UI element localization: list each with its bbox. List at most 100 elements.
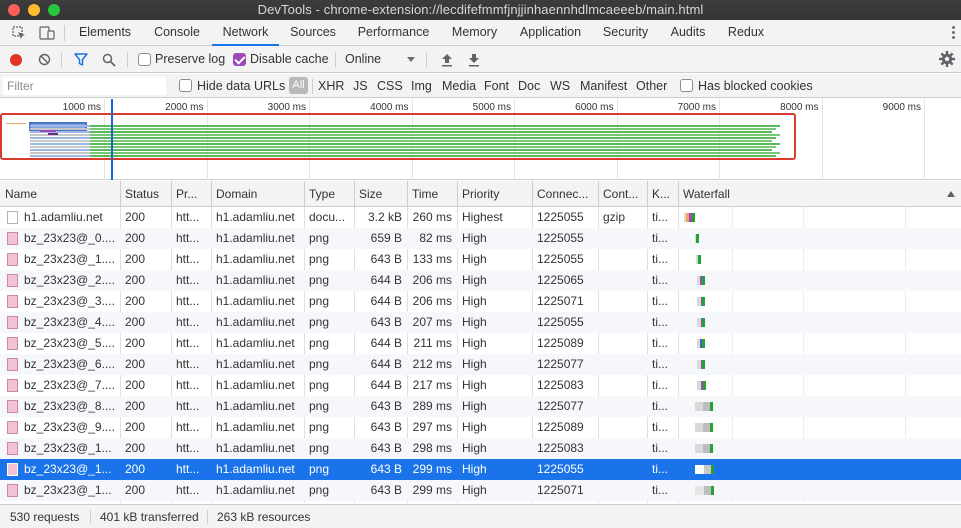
table-row[interactable]: bz_23x23@_2.... 200 htt... h1.adamliu.net pn… — [0, 270, 961, 291]
column-header-k[interactable]: K... — [647, 181, 678, 207]
tab-sources[interactable]: Sources — [279, 20, 347, 46]
column-resizer[interactable] — [532, 181, 533, 207]
tab-security[interactable]: Security — [592, 20, 659, 46]
cell-priority: High — [462, 483, 487, 497]
table-row[interactable]: bz_23x23@_1... 200 htt... h1.adamliu.net png… — [0, 459, 961, 480]
disable-cache-checkbox[interactable] — [233, 53, 246, 66]
overview-activity-bar — [30, 134, 90, 136]
column-resizer[interactable] — [171, 181, 172, 207]
cell-protocol: htt... — [176, 336, 200, 350]
cell-name: bz_23x23@_1... — [24, 441, 112, 455]
cell-connection: 1225077 — [537, 357, 584, 371]
table-row[interactable]: bz_23x23@_1... 200 htt... h1.adamliu.net png… — [0, 438, 961, 459]
table-row[interactable]: bz_23x23@_0.... 200 htt... h1.adamliu.net pn… — [0, 228, 961, 249]
table-row[interactable]: bz_23x23@_5.... 200 htt... h1.adamliu.net pn… — [0, 333, 961, 354]
column-header-type[interactable]: Type — [304, 181, 354, 207]
preserve-log-label[interactable]: Preserve log — [155, 52, 225, 66]
tab-redux[interactable]: Redux — [717, 20, 775, 46]
chevron-down-icon[interactable] — [407, 57, 415, 62]
filter-type-js[interactable]: JS — [353, 79, 368, 93]
column-header-size[interactable]: Size — [354, 181, 407, 207]
export-har-button[interactable] — [467, 46, 481, 73]
column-header-priority[interactable]: Priority — [457, 181, 532, 207]
column-header-status[interactable]: Status — [120, 181, 171, 207]
tab-network[interactable]: Network — [212, 20, 279, 46]
search-button[interactable] — [101, 46, 117, 73]
table-row[interactable]: bz_23x23@_1.... 200 htt... h1.adamliu.net pn… — [0, 249, 961, 270]
column-header-name[interactable]: Name — [0, 181, 120, 207]
network-settings-button[interactable] — [938, 50, 956, 68]
column-header-domain[interactable]: Domain — [211, 181, 304, 207]
column-resizer[interactable] — [457, 181, 458, 207]
has-blocked-cookies-checkbox[interactable] — [680, 79, 693, 92]
hide-data-urls-checkbox[interactable] — [179, 79, 192, 92]
filter-type-xhr[interactable]: XHR — [318, 79, 344, 93]
throttling-select[interactable]: Online — [345, 52, 381, 66]
filter-type-all[interactable]: All — [289, 77, 308, 94]
waterfall-bar — [703, 402, 710, 411]
clear-button[interactable] — [37, 46, 51, 73]
cell-status: 200 — [125, 252, 146, 266]
tab-application[interactable]: Application — [509, 20, 592, 46]
tab-audits[interactable]: Audits — [659, 20, 717, 46]
column-header-content[interactable]: Cont... — [598, 181, 647, 207]
table-row[interactable]: bz_23x23@_9.... 200 htt... h1.adamliu.net pn… — [0, 417, 961, 438]
filter-bar: Hide data URLs All XHR JS CSS Img Media Font D… — [0, 74, 961, 98]
column-resizer[interactable] — [304, 181, 305, 207]
column-resizer[interactable] — [647, 181, 648, 207]
table-row[interactable]: bz_23x23@_7.... 200 htt... h1.adamliu.net pn… — [0, 375, 961, 396]
image-file-icon — [7, 421, 18, 434]
filter-type-img[interactable]: Img — [411, 79, 432, 93]
inspect-element-icon[interactable] — [6, 20, 32, 46]
preserve-log-checkbox[interactable] — [138, 53, 151, 66]
column-header-waterfall[interactable]: Waterfall — [678, 181, 961, 207]
column-resizer[interactable] — [407, 181, 408, 207]
tab-performance[interactable]: Performance — [347, 20, 440, 46]
sort-ascending-icon[interactable] — [947, 191, 955, 197]
filter-type-doc[interactable]: Doc — [518, 79, 540, 93]
cell-k: ti... — [652, 420, 669, 434]
import-har-button[interactable] — [440, 46, 454, 73]
tab-elements[interactable]: Elements — [70, 20, 140, 46]
filter-type-manifest[interactable]: Manifest — [580, 79, 627, 93]
cell-size: 643 B — [370, 420, 402, 434]
column-resizer[interactable] — [678, 181, 679, 207]
column-resizer[interactable] — [598, 181, 599, 207]
filter-toggle-button[interactable] — [73, 46, 89, 73]
table-row[interactable]: bz_23x23@_8.... 200 htt... h1.adamliu.net pn… — [0, 396, 961, 417]
table-row[interactable]: bz_23x23@_6.... 200 htt... h1.adamliu.net pn… — [0, 354, 961, 375]
column-resizer[interactable] — [211, 181, 212, 207]
has-blocked-cookies-label[interactable]: Has blocked cookies — [698, 79, 813, 93]
column-header-time[interactable]: Time — [407, 181, 457, 207]
network-overview[interactable]: 1000 ms 2000 ms 3000 ms 4000 ms 5000 ms 6000 … — [0, 99, 961, 180]
tab-memory[interactable]: Memory — [440, 20, 509, 46]
filter-type-font[interactable]: Font — [484, 79, 509, 93]
filter-type-css[interactable]: CSS — [377, 79, 403, 93]
record-button[interactable] — [9, 46, 23, 73]
cell-domain: h1.adamliu.net — [216, 399, 295, 413]
overview-time-marker[interactable] — [111, 99, 113, 180]
cell-domain: h1.adamliu.net — [216, 231, 295, 245]
cell-connection: 1225071 — [537, 483, 584, 497]
cell-size: 644 B — [370, 357, 402, 371]
table-row[interactable]: bz_23x23@_4.... 200 htt... h1.adamliu.net pn… — [0, 312, 961, 333]
filter-input[interactable] — [3, 77, 166, 95]
table-row[interactable]: bz_23x23@_1... 200 htt... h1.adamliu.net png… — [0, 480, 961, 501]
filter-type-other[interactable]: Other — [636, 79, 667, 93]
disable-cache-label[interactable]: Disable cache — [250, 52, 329, 66]
column-header-connection[interactable]: Connec... — [532, 181, 598, 207]
tab-console[interactable]: Console — [142, 20, 212, 46]
overview-tick-label: 7000 ms — [677, 102, 716, 113]
filter-type-media[interactable]: Media — [442, 79, 476, 93]
cell-type: png — [309, 273, 330, 287]
column-resizer[interactable] — [120, 181, 121, 207]
filter-type-ws[interactable]: WS — [550, 79, 570, 93]
hide-data-urls-label[interactable]: Hide data URLs — [197, 79, 285, 93]
waterfall-bar — [695, 444, 703, 453]
device-toolbar-icon[interactable] — [34, 20, 60, 46]
column-header-protocol[interactable]: Pr... — [171, 181, 211, 207]
table-row[interactable]: h1.adamliu.net 200 htt... h1.adamliu.net doc… — [0, 207, 961, 228]
more-options-icon[interactable] — [951, 25, 955, 41]
column-resizer[interactable] — [354, 181, 355, 207]
table-row[interactable]: bz_23x23@_3.... 200 htt... h1.adamliu.net pn… — [0, 291, 961, 312]
